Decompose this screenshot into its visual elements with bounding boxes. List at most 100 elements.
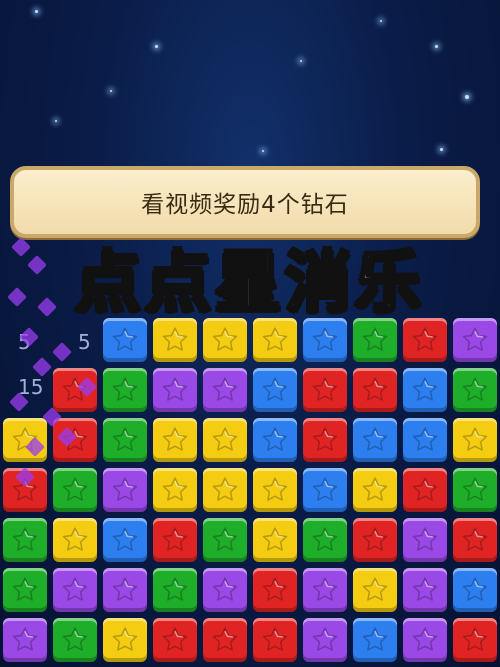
tile-red[interactable]	[353, 518, 397, 562]
tile-blue[interactable]	[353, 418, 397, 462]
star-icon	[462, 427, 488, 451]
sparkle-star	[435, 45, 438, 48]
tile-purple[interactable]	[203, 568, 247, 612]
tile-blue[interactable]	[303, 468, 347, 512]
tile-yellow[interactable]	[253, 318, 297, 362]
tile-purple[interactable]	[103, 568, 147, 612]
tile-red[interactable]	[153, 618, 197, 662]
star-icon	[162, 577, 188, 601]
star-icon	[212, 427, 238, 451]
star-icon	[162, 427, 188, 451]
tile-red[interactable]	[303, 418, 347, 462]
star-icon	[212, 527, 238, 551]
tile-blue[interactable]	[303, 318, 347, 362]
tile-red[interactable]	[253, 568, 297, 612]
game-title: 点点星消乐	[74, 242, 425, 322]
tile-yellow[interactable]	[203, 468, 247, 512]
tile-green[interactable]	[53, 468, 97, 512]
star-icon	[262, 527, 288, 551]
tile-green[interactable]	[103, 418, 147, 462]
star-icon	[212, 627, 238, 651]
sparkle-star	[35, 10, 38, 13]
tile-yellow[interactable]	[103, 618, 147, 662]
tile-yellow[interactable]	[53, 518, 97, 562]
reward-banner-text: 看视频奖励4个钻石	[141, 192, 349, 218]
tile-purple[interactable]	[303, 618, 347, 662]
tile-yellow[interactable]	[153, 418, 197, 462]
star-icon	[312, 477, 338, 501]
tile-yellow[interactable]	[203, 318, 247, 362]
tile-green[interactable]	[3, 518, 47, 562]
tile-red[interactable]	[403, 468, 447, 512]
star-icon	[112, 477, 138, 501]
star-icon	[362, 477, 388, 501]
tile-blue[interactable]	[403, 368, 447, 412]
tile-yellow[interactable]	[253, 518, 297, 562]
tile-yellow[interactable]	[153, 318, 197, 362]
tile-blue[interactable]	[103, 518, 147, 562]
tile-purple[interactable]	[403, 568, 447, 612]
tile-purple[interactable]	[3, 618, 47, 662]
tile-red[interactable]	[303, 368, 347, 412]
game-board	[0, 316, 500, 667]
tile-purple[interactable]	[403, 518, 447, 562]
tile-purple[interactable]	[103, 468, 147, 512]
star-icon	[262, 327, 288, 351]
star-icon	[362, 527, 388, 551]
tile-red[interactable]	[403, 318, 447, 362]
tile-red[interactable]	[153, 518, 197, 562]
tile-purple[interactable]	[303, 568, 347, 612]
tile-green[interactable]	[203, 518, 247, 562]
star-icon	[412, 427, 438, 451]
tile-red[interactable]	[353, 368, 397, 412]
sparkle-star	[55, 120, 57, 122]
star-icon	[312, 377, 338, 401]
tile-yellow[interactable]	[153, 468, 197, 512]
sparkle-star	[300, 60, 302, 62]
tile-purple[interactable]	[153, 368, 197, 412]
tile-yellow[interactable]	[453, 418, 497, 462]
tile-red[interactable]	[453, 618, 497, 662]
tile-green[interactable]	[153, 568, 197, 612]
star-icon	[462, 327, 488, 351]
star-icon	[162, 527, 188, 551]
tile-purple[interactable]	[403, 618, 447, 662]
tile-blue[interactable]	[453, 568, 497, 612]
star-icon	[262, 477, 288, 501]
star-icon	[212, 377, 238, 401]
star-icon	[112, 427, 138, 451]
star-icon	[312, 577, 338, 601]
tile-green[interactable]	[453, 468, 497, 512]
tile-blue[interactable]	[253, 368, 297, 412]
tile-green[interactable]	[453, 368, 497, 412]
star-icon	[312, 427, 338, 451]
tile-green[interactable]	[303, 518, 347, 562]
tile-green[interactable]	[103, 368, 147, 412]
tile-yellow[interactable]	[253, 468, 297, 512]
tile-red[interactable]	[453, 518, 497, 562]
star-icon	[212, 577, 238, 601]
star-icon	[462, 477, 488, 501]
tile-blue[interactable]	[403, 418, 447, 462]
tile-green[interactable]	[353, 318, 397, 362]
tile-yellow[interactable]	[353, 468, 397, 512]
tile-blue[interactable]	[103, 318, 147, 362]
tile-blue[interactable]	[353, 618, 397, 662]
tile-blue[interactable]	[253, 418, 297, 462]
tile-green[interactable]	[53, 618, 97, 662]
tile-purple[interactable]	[203, 368, 247, 412]
tile-yellow[interactable]	[203, 418, 247, 462]
tile-yellow[interactable]	[353, 568, 397, 612]
star-icon	[262, 577, 288, 601]
tile-purple[interactable]	[453, 318, 497, 362]
star-icon	[362, 427, 388, 451]
star-icon	[412, 327, 438, 351]
tile-green[interactable]	[3, 568, 47, 612]
tile-red[interactable]	[203, 618, 247, 662]
tile-yellow[interactable]	[3, 418, 47, 462]
tile-purple[interactable]	[53, 568, 97, 612]
star-icon	[112, 527, 138, 551]
tile-red[interactable]	[253, 618, 297, 662]
sparkle-star	[440, 148, 443, 151]
star-icon	[312, 527, 338, 551]
